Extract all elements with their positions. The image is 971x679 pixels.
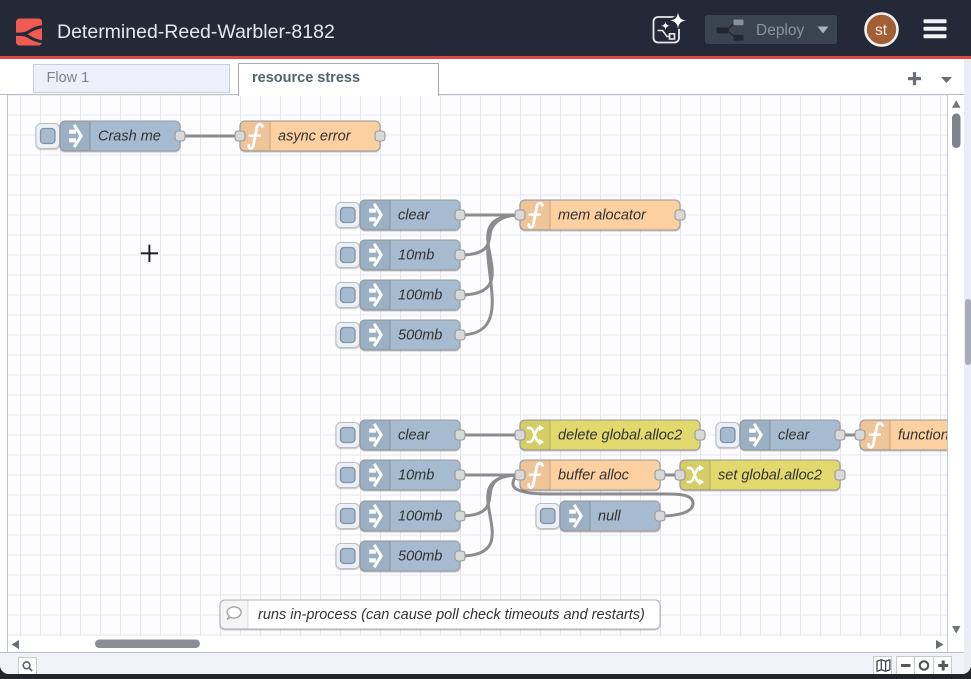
svg-text:st: st	[875, 22, 888, 39]
svg-text:clear: clear	[398, 428, 431, 444]
svg-text:function: function	[898, 428, 947, 444]
svg-text:buffer alloc: buffer alloc	[558, 468, 630, 484]
svg-text:Deploy: Deploy	[756, 22, 804, 39]
svg-text:Determined-Reed-Warbler-8182: Determined-Reed-Warbler-8182	[57, 21, 335, 43]
svg-text:runs in-process (can cause pol: runs in-process (can cause poll check ti…	[258, 607, 645, 623]
svg-text:100mb: 100mb	[398, 288, 442, 304]
svg-text:null: null	[598, 509, 621, 525]
svg-text:Crash me: Crash me	[98, 129, 161, 145]
svg-text:clear: clear	[398, 208, 431, 224]
svg-text:10mb: 10mb	[398, 248, 434, 264]
svg-text:500mb: 500mb	[398, 549, 442, 565]
svg-text:100mb: 100mb	[398, 509, 442, 525]
svg-text:async error: async error	[278, 129, 352, 145]
svg-text:mem alocator: mem alocator	[558, 208, 647, 224]
svg-text:500mb: 500mb	[398, 328, 442, 344]
svg-text:set global.alloc2: set global.alloc2	[718, 468, 822, 484]
svg-text:clear: clear	[778, 428, 811, 444]
svg-text:10mb: 10mb	[398, 468, 434, 484]
svg-text:delete global.alloc2: delete global.alloc2	[558, 428, 682, 444]
